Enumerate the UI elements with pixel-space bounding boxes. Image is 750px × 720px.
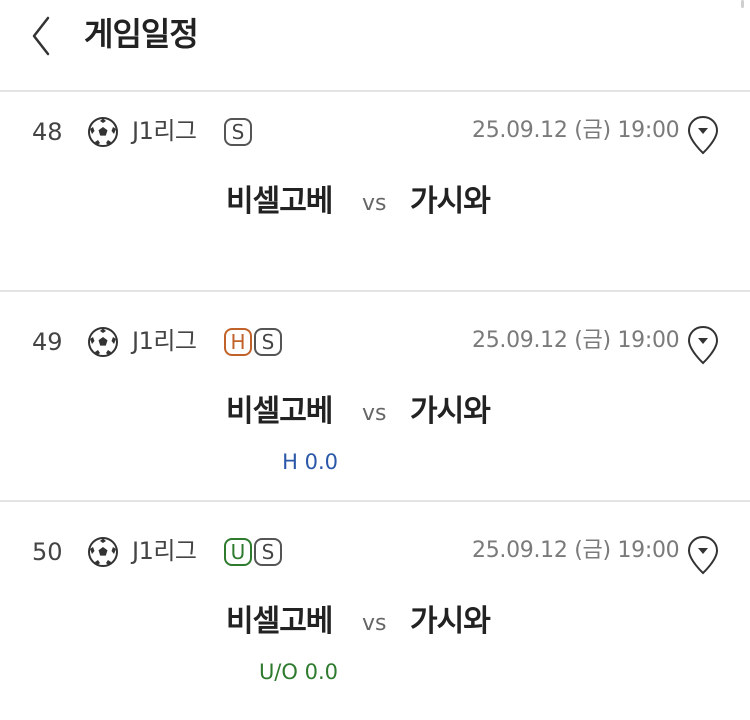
map-pin-icon[interactable] (686, 114, 720, 156)
bet-type-badges: U S (224, 538, 282, 566)
divider (0, 500, 750, 502)
soccer-ball-icon (88, 327, 118, 357)
vs-label: vs (362, 611, 387, 636)
special-badge: S (224, 118, 252, 146)
game-number: 50 (32, 538, 63, 566)
special-badge: S (254, 328, 282, 356)
away-team: 가시와 (410, 604, 491, 639)
game-datetime: 25.09.12 (금) 19:00 (472, 328, 680, 353)
over-under-odds: U/O 0.0 (258, 660, 338, 684)
soccer-ball-icon (88, 117, 118, 147)
away-team: 가시와 (410, 184, 491, 219)
over-under-badge: U (224, 538, 252, 566)
vs-label: vs (362, 191, 387, 216)
game-row[interactable]: 49 J1리그 H S 25.09.12 (금) 19:00 비셀고베 vs 가… (0, 302, 750, 510)
page-title: 게임일정 (84, 15, 199, 53)
game-row[interactable]: 50 J1리그 U S 25.09.12 (금) 19:00 비셀고베 vs 가… (0, 512, 750, 720)
league-name: J1리그 (132, 537, 197, 565)
special-badge: S (254, 538, 282, 566)
bet-type-badges: S (224, 118, 252, 146)
vs-label: vs (362, 401, 387, 426)
league-name: J1리그 (132, 327, 197, 355)
scrollbar[interactable] (741, 0, 744, 8)
league-name: J1리그 (132, 117, 197, 145)
game-datetime: 25.09.12 (금) 19:00 (472, 538, 680, 563)
handicap-badge: H (224, 328, 252, 356)
handicap-odds: H 0.0 (282, 450, 338, 474)
away-team: 가시와 (410, 394, 491, 429)
back-button[interactable] (22, 14, 62, 58)
chevron-left-icon (32, 16, 50, 56)
game-number: 49 (32, 328, 63, 356)
map-pin-icon[interactable] (686, 534, 720, 576)
game-number: 48 (32, 118, 63, 146)
map-pin-icon[interactable] (686, 324, 720, 366)
bet-type-badges: H S (224, 328, 282, 356)
game-row[interactable]: 48 J1리그 S 25.09.12 (금) 19:00 비셀고베 vs 가시와 (0, 92, 750, 300)
divider (0, 290, 750, 292)
home-team: 비셀고베 (226, 604, 333, 639)
game-datetime: 25.09.12 (금) 19:00 (472, 118, 680, 143)
soccer-ball-icon (88, 537, 118, 567)
app-header: 게임일정 (0, 0, 750, 90)
home-team: 비셀고베 (226, 394, 333, 429)
home-team: 비셀고베 (226, 184, 333, 219)
